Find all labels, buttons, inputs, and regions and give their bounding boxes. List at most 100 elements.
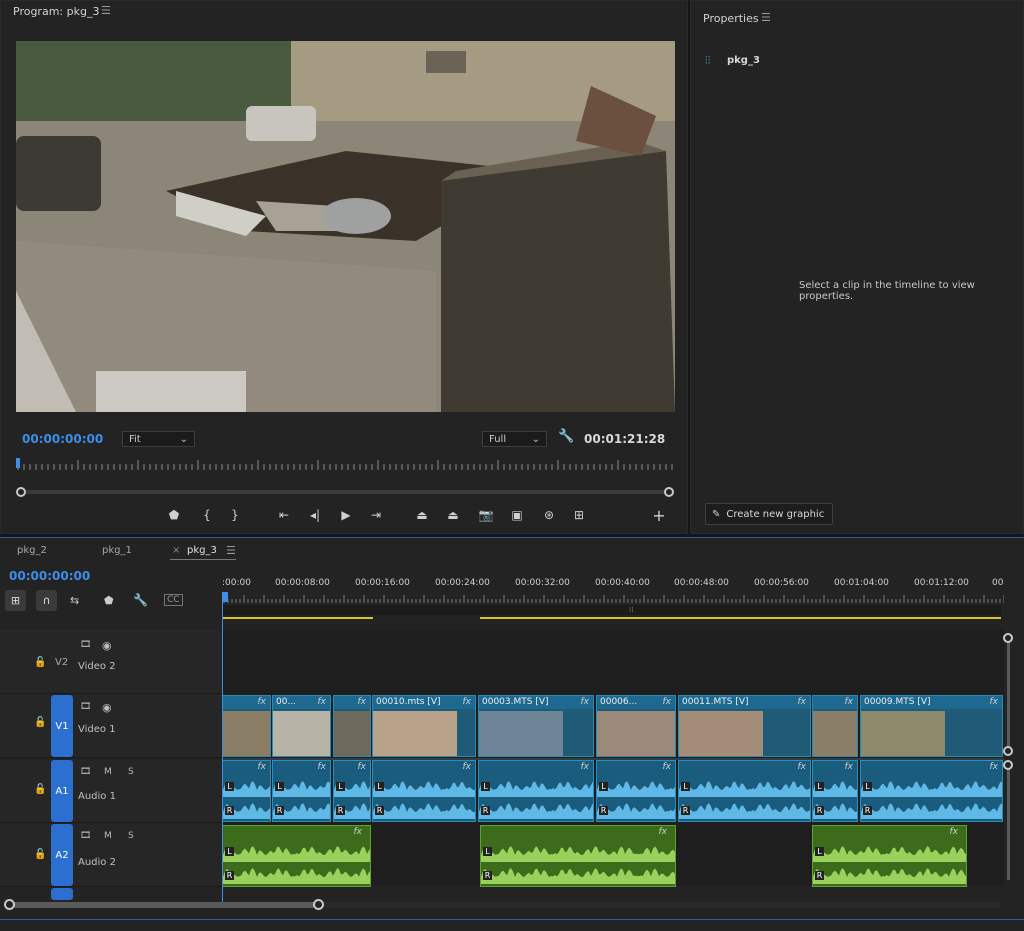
audio-clip[interactable]: L Rfx (333, 760, 371, 822)
hamburger-menu-icon[interactable]: ☰ (101, 4, 111, 17)
scrollbar-handle[interactable] (1003, 760, 1013, 770)
audio-clip[interactable]: L Rfx (372, 760, 476, 822)
extract-icon[interactable]: ⏏ (445, 508, 461, 522)
zoom-dropdown[interactable]: Fit ⌄ (122, 431, 195, 447)
video-clip[interactable]: 00010.mts [V] fx (372, 695, 476, 757)
lock-icon[interactable]: 🔓 (34, 784, 46, 795)
snap-magnet-icon[interactable]: ∩ (36, 590, 57, 611)
audio-clip[interactable]: L Rfx (478, 760, 594, 822)
video-clip[interactable]: 00011.MTS [V] fx (678, 695, 811, 757)
video-clip[interactable]: fx (812, 695, 858, 757)
scrollbar-right-handle[interactable] (664, 487, 674, 497)
mute-button[interactable]: M (104, 831, 112, 841)
fx-badge[interactable]: fx (798, 697, 807, 707)
tab-pkg-1[interactable]: pkg_1 (102, 545, 132, 556)
audio-clip[interactable]: L Rfx (222, 825, 371, 887)
audio-clip[interactable]: L Rfx (480, 825, 676, 887)
program-mini-ruler[interactable] (16, 456, 676, 474)
audio-clip[interactable]: L Rfx (596, 760, 676, 822)
fx-badge[interactable]: fx (581, 762, 590, 772)
button-editor-plus-icon[interactable]: + (651, 506, 667, 525)
wrench-settings-icon[interactable]: 🔧 (558, 429, 574, 444)
track-target-a3[interactable] (51, 888, 73, 900)
scrollbar-handle[interactable] (1003, 633, 1013, 643)
close-tab-icon[interactable]: × (172, 545, 180, 556)
fx-badge[interactable]: fx (990, 762, 999, 772)
video-clip[interactable]: fx (222, 695, 271, 757)
track-target-a1[interactable]: A1 (51, 760, 73, 822)
audio-clip[interactable]: L Rfx (272, 760, 331, 822)
resolution-dropdown[interactable]: Full ⌄ (482, 431, 547, 447)
lock-icon[interactable]: 🔓 (34, 657, 46, 668)
play-icon[interactable]: ▶ (338, 508, 354, 522)
fx-badge[interactable]: fx (659, 827, 668, 837)
fx-badge[interactable]: fx (318, 697, 327, 707)
captions-icon[interactable]: CC (164, 594, 183, 606)
playhead-marker[interactable] (222, 592, 228, 602)
a-zoom-scrollbar[interactable] (1007, 765, 1010, 880)
work-area-scroll[interactable] (222, 605, 1001, 615)
timeline-h-scroll-thumb[interactable] (9, 902, 319, 908)
lock-icon[interactable]: 🔓 (34, 717, 46, 728)
fx-badge[interactable]: fx (258, 697, 267, 707)
linked-selection-icon[interactable]: ⇆ (70, 594, 79, 607)
comparison-view-icon[interactable]: ▣ (509, 508, 525, 522)
create-new-graphic-button[interactable]: ✎ Create new graphic (705, 503, 833, 525)
fx-badge[interactable]: fx (798, 762, 807, 772)
audio-clip[interactable]: L Rfx (812, 760, 858, 822)
sync-lock-film-icon[interactable]: 🎞 (80, 702, 91, 712)
mute-button[interactable]: M (104, 767, 112, 777)
playhead-line[interactable] (222, 602, 223, 902)
scrollbar-right-handle[interactable] (313, 899, 324, 910)
v-zoom-scrollbar[interactable] (1007, 638, 1010, 750)
video-clip[interactable]: 00003.MTS [V] fx (478, 695, 594, 757)
solo-button[interactable]: S (128, 831, 134, 841)
fx-badge[interactable]: fx (950, 827, 959, 837)
timeline-timecode[interactable]: 00:00:00:00 (9, 569, 90, 583)
sync-lock-film-icon[interactable]: 🎞 (80, 831, 91, 841)
audio-clip[interactable]: L Rfx (222, 760, 271, 822)
export-frame-camera-icon[interactable]: 📷 (478, 508, 494, 522)
go-to-in-icon[interactable]: ⇤ (276, 508, 292, 522)
solo-button[interactable]: S (128, 767, 134, 777)
add-marker-icon[interactable]: ⬟ (166, 508, 182, 522)
fx-badge[interactable]: fx (463, 697, 472, 707)
vr-video-icon[interactable]: ⊛ (541, 508, 557, 522)
program-zoom-scrollbar[interactable] (21, 490, 671, 494)
fx-badge[interactable]: fx (318, 762, 327, 772)
step-back-icon[interactable]: ◂| (307, 508, 323, 522)
video-clip[interactable]: fx (333, 695, 371, 757)
nest-sequence-icon[interactable]: ⊞ (5, 590, 26, 611)
lift-icon[interactable]: ⏏ (414, 508, 430, 522)
audio-clip[interactable]: L Rfx (860, 760, 1003, 822)
track-target-a2[interactable]: A2 (51, 824, 73, 886)
fx-badge[interactable]: fx (258, 762, 267, 772)
eye-icon[interactable]: ◉ (102, 639, 112, 652)
scrollbar-left-handle[interactable] (16, 487, 26, 497)
scrollbar-handle[interactable] (1003, 746, 1013, 756)
sync-lock-film-icon[interactable]: 🎞 (80, 767, 91, 777)
video-clip[interactable]: 00009.MTS [V] fx (860, 695, 1003, 757)
video-clip[interactable]: 00006... fx (596, 695, 676, 757)
sync-lock-film-icon[interactable]: 🎞 (80, 640, 91, 650)
video-clip[interactable]: 00... fx (272, 695, 331, 757)
tab-pkg-3[interactable]: pkg_3 (187, 545, 217, 556)
fx-badge[interactable]: fx (990, 697, 999, 707)
fx-badge[interactable]: fx (463, 762, 472, 772)
program-current-timecode[interactable]: 00:00:00:00 (22, 432, 103, 446)
add-marker-icon[interactable]: ⬟ (104, 594, 114, 607)
fx-badge[interactable]: fx (358, 697, 367, 707)
tab-pkg-2[interactable]: pkg_2 (17, 545, 47, 556)
mark-in-icon[interactable]: { (199, 508, 215, 522)
fx-badge[interactable]: fx (845, 762, 854, 772)
go-to-out-icon[interactable]: ⇥ (368, 508, 384, 522)
audio-clip[interactable]: L Rfx (678, 760, 811, 822)
audio-clip[interactable]: L Rfx (812, 825, 967, 887)
fx-badge[interactable]: fx (845, 697, 854, 707)
mark-out-icon[interactable]: } (227, 508, 243, 522)
multi-camera-icon[interactable]: ⊞ (571, 508, 587, 522)
fx-badge[interactable]: fx (354, 827, 363, 837)
fx-badge[interactable]: fx (358, 762, 367, 772)
hamburger-menu-icon[interactable]: ☰ (226, 544, 236, 557)
fx-badge[interactable]: fx (581, 697, 590, 707)
